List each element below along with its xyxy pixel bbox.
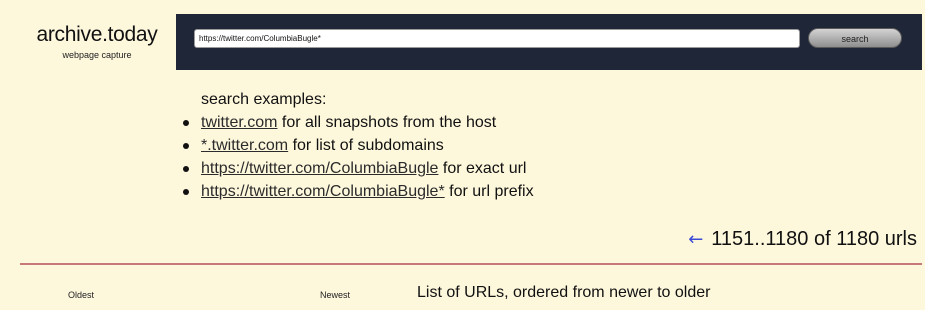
example-item-subdomains: *.twitter.com for list of subdomains — [176, 134, 534, 157]
logo-title[interactable]: archive.today — [22, 22, 172, 48]
pagination: ← 1151..1180 of 1180 urls — [688, 226, 917, 253]
bullet-icon — [183, 143, 189, 149]
pager-range: 1151..1180 of 1180 urls — [711, 228, 917, 250]
example-link-exact[interactable]: https://twitter.com/ColumbiaBugle — [201, 160, 438, 177]
oldest-column-header: Oldest — [68, 290, 95, 300]
bullet-icon — [183, 166, 189, 172]
search-examples: search examples: twitter.com for all sna… — [176, 88, 534, 203]
example-link-subdomains[interactable]: *.twitter.com — [201, 137, 288, 154]
search-button[interactable]: search — [808, 28, 902, 48]
url-list-title: List of URLs, ordered from newer to olde… — [417, 284, 711, 301]
search-bar: search — [176, 14, 922, 70]
prev-page-arrow-icon[interactable]: ← — [688, 229, 703, 250]
site-logo[interactable]: archive.today webpage capture — [22, 22, 172, 62]
bullet-icon — [183, 120, 189, 126]
logo-subtitle: webpage capture — [62, 50, 132, 60]
search-input[interactable] — [194, 29, 800, 48]
example-link-prefix[interactable]: https://twitter.com/ColumbiaBugle* — [201, 183, 445, 200]
example-desc-prefix: for url prefix — [444, 183, 534, 200]
examples-title: search examples: — [201, 91, 327, 108]
example-desc-subdomains: for list of subdomains — [288, 137, 444, 154]
archive-page: archive.today webpage capture search sea… — [0, 0, 925, 310]
example-item-prefix: https://twitter.com/ColumbiaBugle* for u… — [176, 180, 534, 203]
example-item-exact: https://twitter.com/ColumbiaBugle for ex… — [176, 157, 534, 180]
example-desc-exact: for exact url — [438, 160, 527, 177]
example-link-host[interactable]: twitter.com — [201, 114, 277, 131]
divider — [20, 263, 922, 265]
example-item-host: twitter.com for all snapshots from the h… — [176, 111, 534, 134]
examples-list: twitter.com for all snapshots from the h… — [176, 111, 534, 203]
newest-column-header: Newest — [320, 290, 351, 300]
bullet-icon — [183, 189, 189, 195]
example-desc-host: for all snapshots from the host — [277, 114, 497, 131]
